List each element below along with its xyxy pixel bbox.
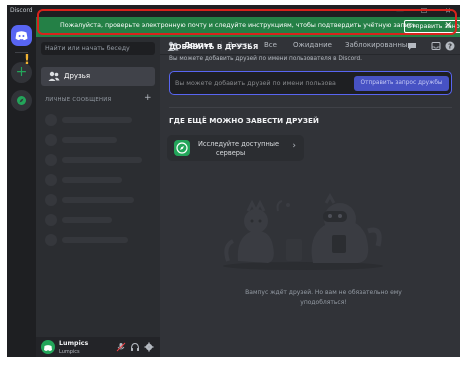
add-friend-heading: ДОБАВИТЬ В ДРУЗЬЯ [169, 42, 259, 51]
gear-icon[interactable] [144, 342, 154, 352]
discord-window: Discord — ☐ ✕ Пожалуйста, проверьте элек… [7, 5, 460, 357]
close-button[interactable]: ✕ [436, 5, 460, 17]
create-dm-button[interactable]: + [144, 93, 152, 103]
username: Lumpics [59, 340, 89, 347]
add-friend-form: Отправить запрос дружбы [169, 71, 452, 95]
server-rail: + ! [7, 17, 36, 357]
friends-icon [48, 71, 60, 81]
avatar[interactable] [41, 340, 55, 354]
explore-servers-button[interactable] [11, 90, 32, 111]
username-input[interactable] [175, 77, 345, 89]
inbox-icon[interactable] [431, 41, 441, 51]
banner-message: Пожалуйста, проверьте электронную почту … [60, 22, 418, 29]
alert-icon: ! [24, 53, 30, 68]
add-friend-description: Вы можете добавить друзей по имени польз… [169, 56, 362, 62]
title-bar: Discord — ☐ ✕ [7, 5, 460, 17]
chevron-right-icon: › [292, 141, 296, 151]
section-divider [169, 107, 452, 108]
explore-servers-card[interactable]: Исследуйте доступные серверы › [167, 135, 304, 161]
wumpus-illustration [223, 192, 383, 270]
search-input[interactable]: Найти или начать беседу [41, 42, 155, 55]
window-title: Discord [10, 7, 33, 14]
tab-pending[interactable]: Ожидание [293, 41, 332, 49]
home-button[interactable] [11, 25, 32, 46]
new-group-dm-icon[interactable] [407, 41, 417, 51]
sidebar-item-friends[interactable]: Друзья [41, 67, 155, 86]
tab-blocked[interactable]: Заблокированные [345, 41, 412, 49]
banner-close-icon[interactable]: ✕ [444, 21, 452, 31]
microphone-muted-icon[interactable] [116, 342, 126, 352]
channel-sidebar: Найти или начать беседу Друзья ЛИЧНЫЕ СО… [36, 37, 160, 357]
empty-state-text: Вампус ждёт друзей. Но вам не обязательн… [245, 289, 402, 306]
user-panel: Lumpics Lumpics [36, 337, 160, 357]
explore-label-line1: Исследуйте доступные [198, 140, 280, 148]
explore-label: Исследуйте доступные серверы [198, 140, 279, 158]
discord-logo-icon [44, 345, 52, 352]
compass-icon [174, 140, 190, 156]
compass-icon [17, 96, 26, 105]
maximize-button[interactable]: ☐ [412, 5, 436, 17]
explore-label-line2: серверы [216, 149, 246, 157]
minimize-button[interactable]: — [388, 5, 412, 17]
send-friend-request-button[interactable]: Отправить запрос дружбы [354, 76, 449, 91]
where-heading: ГДЕ ЕЩЁ МОЖНО ЗАВЕСТИ ДРУЗЕЙ [169, 116, 319, 125]
tab-all[interactable]: Все [264, 41, 277, 49]
help-icon[interactable]: ? [445, 41, 455, 51]
dm-section-header: ЛИЧНЫЕ СООБЩЕНИЯ [45, 97, 112, 103]
user-tag: Lumpics [59, 349, 80, 355]
svg-text:?: ? [448, 43, 452, 51]
verification-banner: Пожалуйста, проверьте электронную почту … [36, 17, 460, 37]
headphones-icon[interactable] [130, 342, 140, 352]
sidebar-item-label: Друзья [64, 72, 91, 80]
discord-logo-icon [15, 31, 28, 41]
